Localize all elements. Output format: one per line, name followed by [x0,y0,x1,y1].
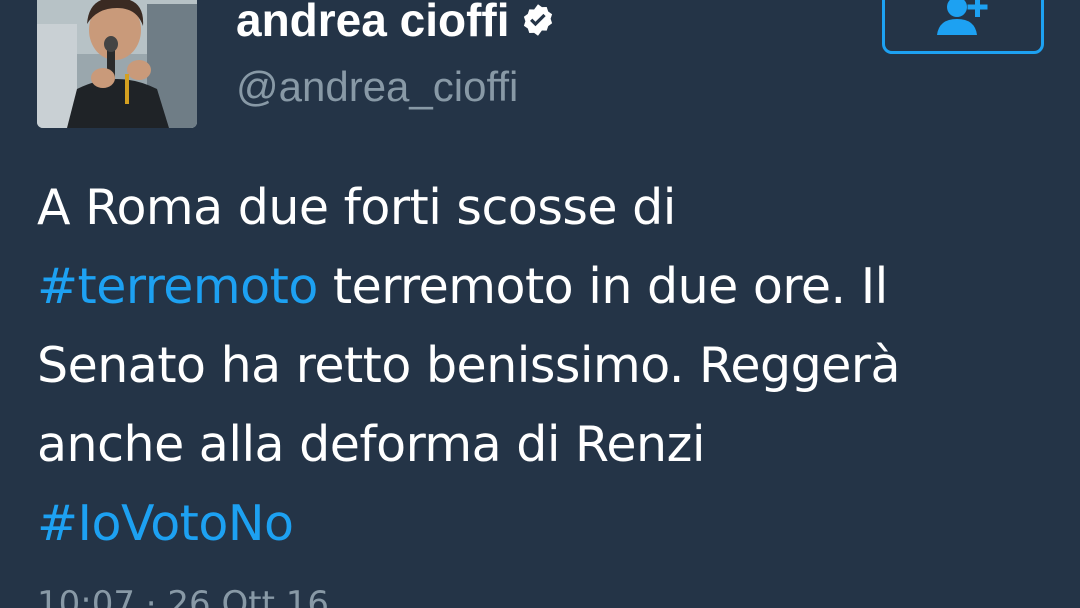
tweet-line: anche alla deforma di Renzi [37,416,705,473]
hashtag-link[interactable]: #terremoto [37,258,318,315]
tweet-line: Senato ha retto benissimo. Reggerà [37,337,901,394]
follow-button[interactable] [882,0,1044,54]
tweet-card: andrea cioffi @andrea_cioffi A Roma due … [0,0,1080,608]
user-handle[interactable]: @andrea_cioffi [236,62,518,112]
tweet-line-text: terremoto in due ore. Il [317,258,888,315]
display-name[interactable]: andrea cioffi [236,0,556,46]
display-name-text: andrea cioffi [236,0,510,46]
tweet-line: A Roma due forti scosse di [37,179,676,236]
avatar[interactable] [37,0,197,128]
follow-user-plus-icon [937,0,988,35]
hashtag-link[interactable]: #IoVotoNo [37,495,294,552]
tweet-text: A Roma due forti scosse di #terremoto te… [37,168,1047,563]
tweet-line: #terremoto terremoto in due ore. Il [37,247,1047,326]
verified-badge-icon [523,4,552,36]
tweet-line: #IoVotoNo [37,484,1047,563]
tweet-timestamp[interactable]: 10:07 · 26 Ott 16 [37,584,329,608]
profile-photo [37,0,197,128]
